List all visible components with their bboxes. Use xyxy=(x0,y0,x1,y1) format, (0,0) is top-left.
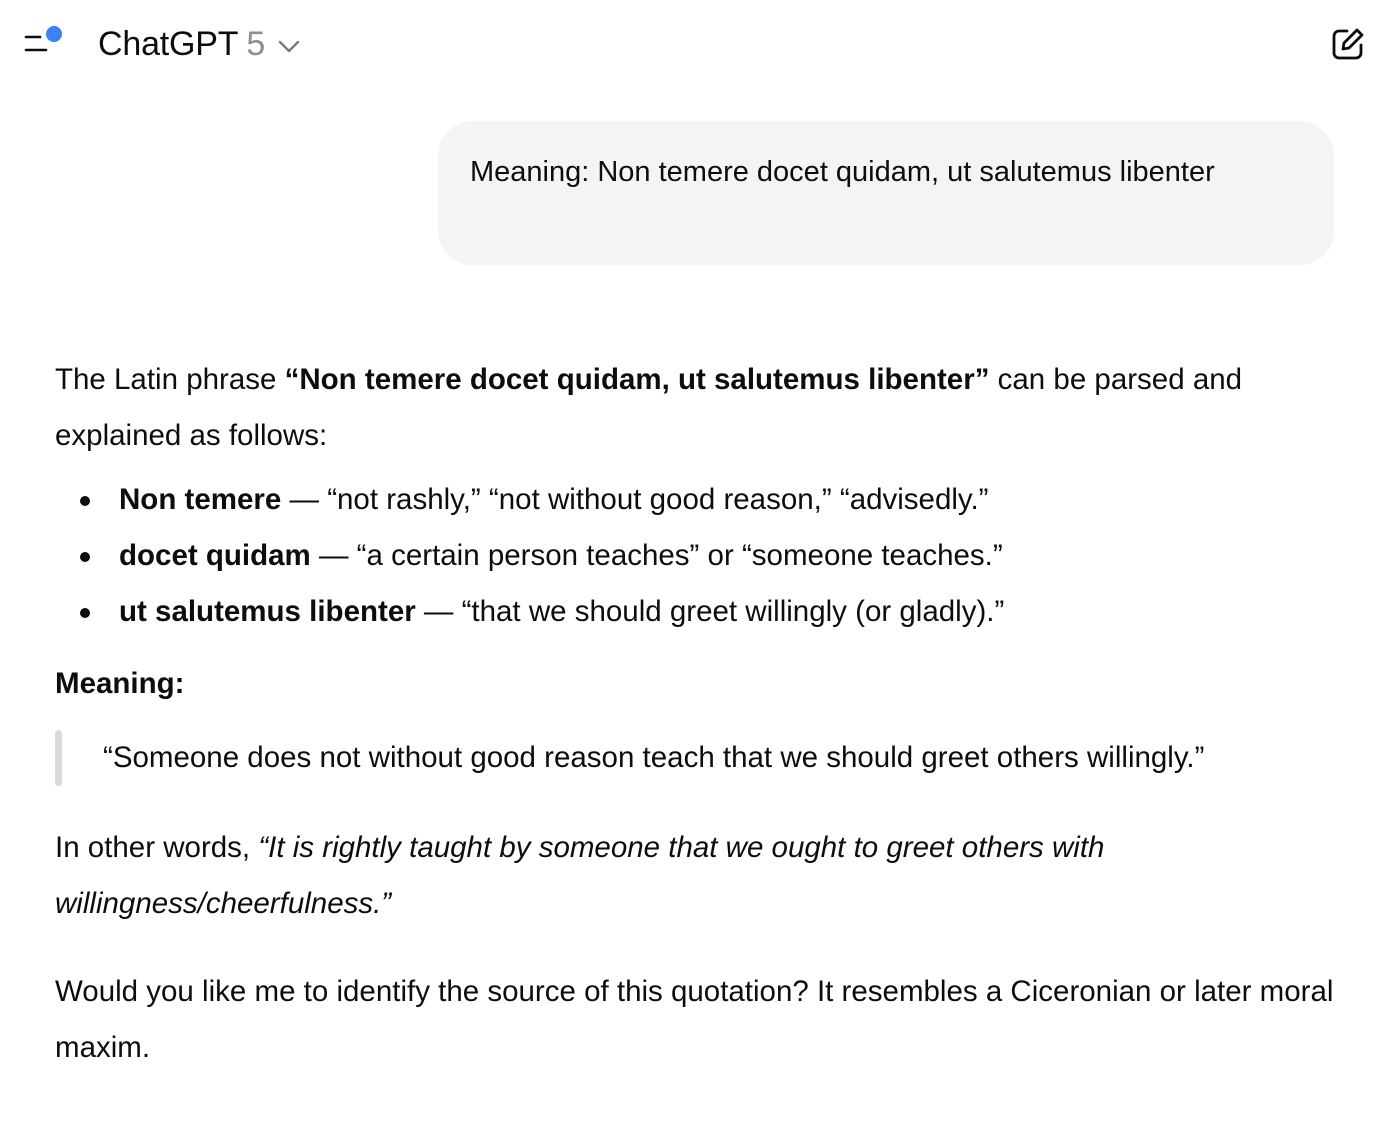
list-item-term: docet quidam xyxy=(119,539,311,572)
top-bar: ChatGPT 5 xyxy=(0,0,1394,88)
chevron-down-icon xyxy=(279,40,300,53)
list-item: ut salutemus libenter — “that we should … xyxy=(55,584,1335,640)
user-message-bubble: Meaning: Non temere docet quidam, ut sal… xyxy=(438,121,1334,265)
bullet-dot xyxy=(80,552,90,562)
list-item-definition: — “not rashly,” “not without good reason… xyxy=(281,483,989,516)
list-item: Non temere — “not rashly,” “not without … xyxy=(55,472,1335,528)
intro-paragraph: The Latin phrase “Non temere docet quida… xyxy=(55,352,1335,464)
list-item-term: ut salutemus libenter xyxy=(119,595,416,628)
blockquote: “Someone does not without good reason te… xyxy=(55,730,1335,786)
meaning-heading: Meaning: xyxy=(55,667,185,700)
model-version: 5 xyxy=(246,24,266,63)
list-item: docet quidam — “a certain person teaches… xyxy=(55,528,1335,584)
closing-paragraph: Would you like me to identify the source… xyxy=(55,975,1334,1064)
sidebar-toggle-button[interactable] xyxy=(22,24,66,60)
list-item-term: Non temere xyxy=(119,483,282,516)
blockquote-text: “Someone does not without good reason te… xyxy=(103,741,1205,774)
model-name: ChatGPT xyxy=(98,24,239,63)
edit-icon xyxy=(1332,28,1364,60)
user-message-text: Meaning: Non temere docet quidam, ut sal… xyxy=(470,156,1215,188)
bullet-dot xyxy=(80,496,90,506)
list-item-definition: — “that we should greet willingly (or gl… xyxy=(415,595,1005,628)
new-chat-button[interactable] xyxy=(1328,24,1368,64)
intro-prefix: The Latin phrase xyxy=(55,363,285,396)
latin-phrase: “Non temere docet quidam, ut salutemus l… xyxy=(284,363,990,396)
sidebar-toggle-icon xyxy=(24,26,62,52)
other-words-prefix: In other words, xyxy=(55,831,259,864)
list-item-definition: — “a certain person teaches” or “someone… xyxy=(310,539,1003,572)
bullet-dot xyxy=(80,608,90,618)
other-words-paragraph: In other words, “It is rightly taught by… xyxy=(55,820,1335,932)
model-selector[interactable]: ChatGPT 5 xyxy=(98,22,301,66)
assistant-message: The Latin phrase “Non temere docet quida… xyxy=(55,352,1335,1076)
blockquote-bar xyxy=(55,730,62,786)
notification-dot xyxy=(46,26,62,42)
parse-list: Non temere — “not rashly,” “not without … xyxy=(55,472,1335,640)
